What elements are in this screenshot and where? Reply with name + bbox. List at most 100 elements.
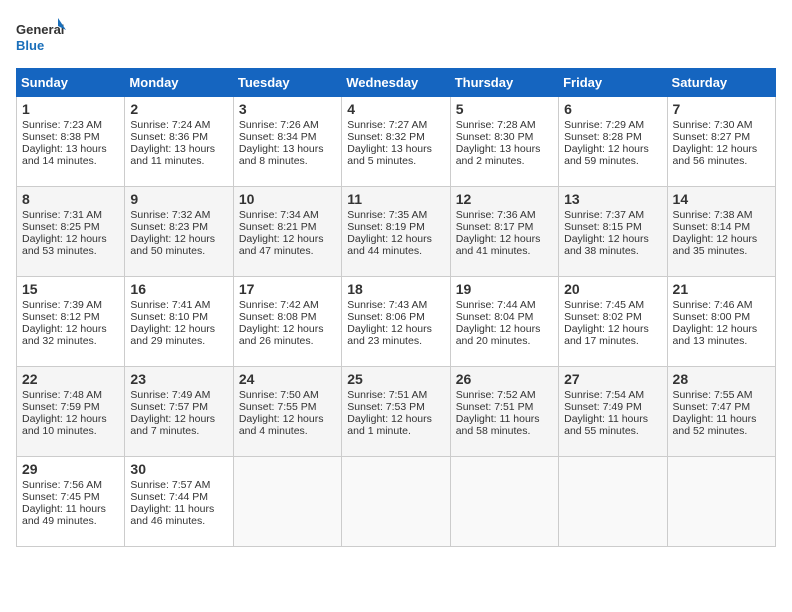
day-info-line: and 23 minutes. xyxy=(347,335,444,347)
calendar-cell: 5Sunrise: 7:28 AMSunset: 8:30 PMDaylight… xyxy=(450,97,558,187)
day-info-line: and 52 minutes. xyxy=(673,425,770,437)
day-info-line: and 8 minutes. xyxy=(239,155,336,167)
day-info-line: Daylight: 12 hours xyxy=(564,233,661,245)
day-info-line: Daylight: 13 hours xyxy=(456,143,553,155)
day-info-line: and 41 minutes. xyxy=(456,245,553,257)
day-info-line: Sunrise: 7:51 AM xyxy=(347,389,444,401)
calendar-cell: 6Sunrise: 7:29 AMSunset: 8:28 PMDaylight… xyxy=(559,97,667,187)
day-info-line: Sunset: 7:53 PM xyxy=(347,401,444,413)
day-info-line: and 11 minutes. xyxy=(130,155,227,167)
calendar-cell: 8Sunrise: 7:31 AMSunset: 8:25 PMDaylight… xyxy=(17,187,125,277)
weekday-header-wednesday: Wednesday xyxy=(342,69,450,97)
day-number: 3 xyxy=(239,101,336,117)
weekday-header-thursday: Thursday xyxy=(450,69,558,97)
day-info-line: Sunset: 7:51 PM xyxy=(456,401,553,413)
day-info-line: Daylight: 12 hours xyxy=(456,323,553,335)
calendar-cell: 11Sunrise: 7:35 AMSunset: 8:19 PMDayligh… xyxy=(342,187,450,277)
day-info-line: Daylight: 12 hours xyxy=(347,323,444,335)
day-info-line: Daylight: 12 hours xyxy=(239,413,336,425)
weekday-header-friday: Friday xyxy=(559,69,667,97)
calendar-cell: 21Sunrise: 7:46 AMSunset: 8:00 PMDayligh… xyxy=(667,277,775,367)
day-info-line: Daylight: 12 hours xyxy=(239,323,336,335)
day-info-line: and 5 minutes. xyxy=(347,155,444,167)
day-number: 10 xyxy=(239,191,336,207)
day-number: 17 xyxy=(239,281,336,297)
day-info-line: Sunrise: 7:30 AM xyxy=(673,119,770,131)
day-number: 20 xyxy=(564,281,661,297)
day-info-line: and 44 minutes. xyxy=(347,245,444,257)
day-info-line: Sunrise: 7:44 AM xyxy=(456,299,553,311)
calendar-cell: 13Sunrise: 7:37 AMSunset: 8:15 PMDayligh… xyxy=(559,187,667,277)
day-info-line: Sunset: 8:08 PM xyxy=(239,311,336,323)
day-info-line: Sunrise: 7:27 AM xyxy=(347,119,444,131)
day-number: 9 xyxy=(130,191,227,207)
day-number: 21 xyxy=(673,281,770,297)
day-info-line: Daylight: 13 hours xyxy=(239,143,336,155)
day-info-line: Sunrise: 7:26 AM xyxy=(239,119,336,131)
day-info-line: and 46 minutes. xyxy=(130,515,227,527)
calendar-cell: 12Sunrise: 7:36 AMSunset: 8:17 PMDayligh… xyxy=(450,187,558,277)
day-info-line: Daylight: 12 hours xyxy=(347,233,444,245)
calendar-cell: 3 Sunrise: 7:26 AMSunset: 8:34 PMDaylight… xyxy=(233,97,341,187)
day-info-line: and 53 minutes. xyxy=(22,245,119,257)
day-number: 24 xyxy=(239,371,336,387)
day-info-line: and 7 minutes. xyxy=(130,425,227,437)
day-info-line: Sunrise: 7:34 AM xyxy=(239,209,336,221)
day-info-line: Daylight: 12 hours xyxy=(22,233,119,245)
day-info-line: Sunset: 8:34 PM xyxy=(239,131,336,143)
day-info-line: and 35 minutes. xyxy=(673,245,770,257)
day-info-line: Sunset: 7:44 PM xyxy=(130,491,227,503)
day-info-line: Sunrise: 7:23 AM xyxy=(22,119,119,131)
day-info-line: Daylight: 12 hours xyxy=(564,143,661,155)
day-number: 12 xyxy=(456,191,553,207)
day-info-line: Daylight: 13 hours xyxy=(22,143,119,155)
day-info-line: Sunrise: 7:49 AM xyxy=(130,389,227,401)
day-info-line: Sunrise: 7:24 AM xyxy=(130,119,227,131)
day-info-line: Sunset: 8:25 PM xyxy=(22,221,119,233)
weekday-header-sunday: Sunday xyxy=(17,69,125,97)
day-number: 5 xyxy=(456,101,553,117)
calendar-cell: 1Sunrise: 7:23 AMSunset: 8:38 PMDaylight… xyxy=(17,97,125,187)
day-info-line: Sunrise: 7:46 AM xyxy=(673,299,770,311)
calendar-cell xyxy=(342,457,450,547)
day-info-line: and 4 minutes. xyxy=(239,425,336,437)
day-info-line: and 1 minute. xyxy=(347,425,444,437)
day-info-line: Sunset: 8:27 PM xyxy=(673,131,770,143)
day-info-line: Sunset: 8:38 PM xyxy=(22,131,119,143)
day-number: 28 xyxy=(673,371,770,387)
day-info-line: Daylight: 13 hours xyxy=(130,143,227,155)
day-info-line: and 58 minutes. xyxy=(456,425,553,437)
day-info-line: Sunrise: 7:54 AM xyxy=(564,389,661,401)
day-info-line: and 26 minutes. xyxy=(239,335,336,347)
calendar-cell xyxy=(233,457,341,547)
day-number: 14 xyxy=(673,191,770,207)
svg-text:Blue: Blue xyxy=(16,38,44,53)
day-info-line: Sunrise: 7:55 AM xyxy=(673,389,770,401)
day-number: 2 xyxy=(130,101,227,117)
calendar-table: SundayMondayTuesdayWednesdayThursdayFrid… xyxy=(16,68,776,547)
day-info-line: Daylight: 11 hours xyxy=(456,413,553,425)
day-number: 11 xyxy=(347,191,444,207)
day-number: 26 xyxy=(456,371,553,387)
day-info-line: and 2 minutes. xyxy=(456,155,553,167)
day-info-line: Daylight: 13 hours xyxy=(347,143,444,155)
calendar-cell: 9Sunrise: 7:32 AMSunset: 8:23 PMDaylight… xyxy=(125,187,233,277)
day-info-line: Sunrise: 7:39 AM xyxy=(22,299,119,311)
day-info-line: and 14 minutes. xyxy=(22,155,119,167)
day-info-line: Sunset: 7:57 PM xyxy=(130,401,227,413)
day-number: 8 xyxy=(22,191,119,207)
week-row-1: 1Sunrise: 7:23 AMSunset: 8:38 PMDaylight… xyxy=(17,97,776,187)
calendar-cell: 7Sunrise: 7:30 AMSunset: 8:27 PMDaylight… xyxy=(667,97,775,187)
day-info-line: and 29 minutes. xyxy=(130,335,227,347)
day-info-line: Sunrise: 7:50 AM xyxy=(239,389,336,401)
weekday-header-monday: Monday xyxy=(125,69,233,97)
day-info-line: Sunset: 8:36 PM xyxy=(130,131,227,143)
day-info-line: Sunrise: 7:32 AM xyxy=(130,209,227,221)
day-info-line: Sunset: 8:30 PM xyxy=(456,131,553,143)
day-info-line: and 55 minutes. xyxy=(564,425,661,437)
calendar-cell: 25Sunrise: 7:51 AMSunset: 7:53 PMDayligh… xyxy=(342,367,450,457)
day-number: 23 xyxy=(130,371,227,387)
day-info-line: Sunset: 8:00 PM xyxy=(673,311,770,323)
day-info-line: Sunset: 8:23 PM xyxy=(130,221,227,233)
day-number: 30 xyxy=(130,461,227,477)
